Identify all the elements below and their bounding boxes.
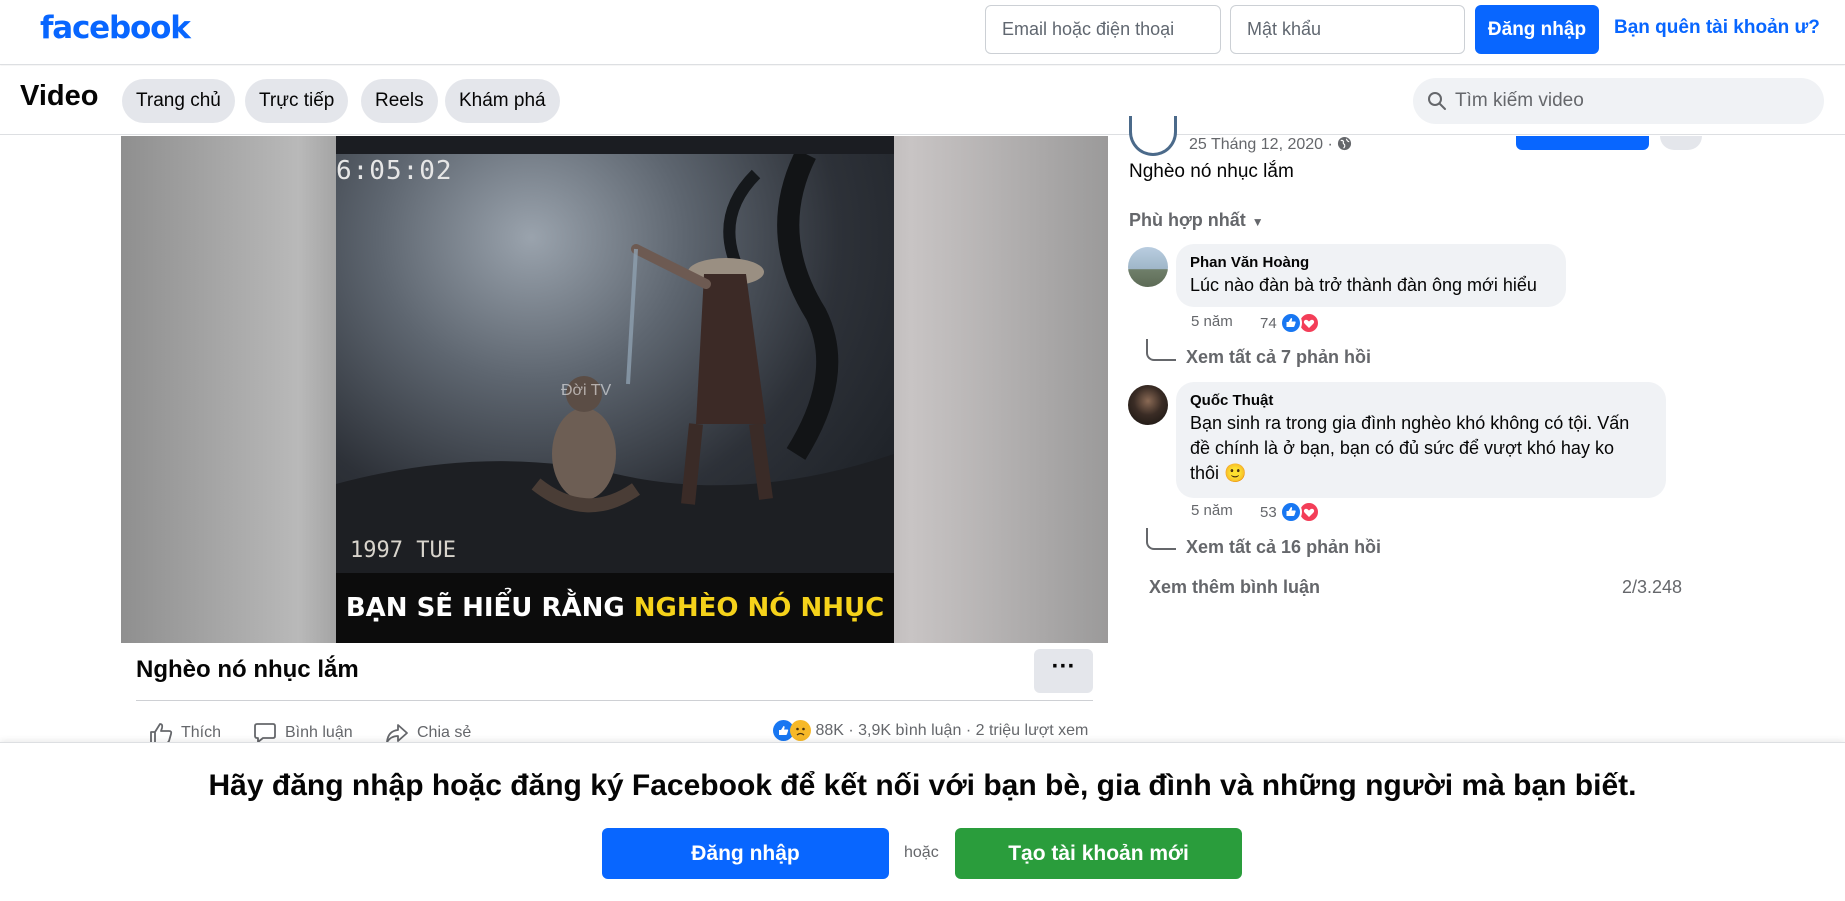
globe-icon [1338, 136, 1352, 151]
facebook-logo[interactable]: facebook [40, 10, 191, 46]
chevron-down-icon: ▼ [1251, 215, 1264, 229]
view-replies-link[interactable]: Xem tất cả 16 phản hồi [1186, 537, 1381, 558]
forgot-account-link[interactable]: Bạn quên tài khoản ư? [1614, 17, 1820, 39]
smile-emoji: 🙂 [1224, 463, 1247, 483]
video-frame: 6:05:02 Đời TV 1997 TUE BẠN SẼ HIỂU RẰNG… [336, 136, 894, 643]
comment-reaction-count: 53 [1260, 504, 1277, 521]
comment-reaction-count: 74 [1260, 315, 1277, 332]
video-stats: 88K · 3,9K bình luận · 2 triệu lượt xem [773, 720, 1088, 742]
more-icon: ··· [1051, 653, 1076, 680]
comment-text-line: đề chính là ở bạn, bạn có đủ sức để vượt… [1190, 438, 1614, 458]
password-field[interactable] [1230, 5, 1465, 54]
comment-time[interactable]: 5 năm [1191, 313, 1233, 330]
video-player[interactable]: 6:05:02 Đời TV 1997 TUE BẠN SẼ HIỂU RẰNG… [121, 136, 1108, 643]
comment-label: Bình luận [285, 724, 353, 741]
avatar[interactable] [1128, 247, 1168, 287]
video-timestamp: 6:05:02 [336, 156, 453, 186]
comment-bubble: Quốc Thuật Bạn sinh ra trong gia đình ng… [1176, 382, 1666, 498]
search-video-box[interactable]: Tìm kiếm video [1413, 78, 1824, 124]
comment-count-link[interactable]: 3,9K bình luận [858, 722, 961, 739]
divider [136, 700, 1093, 701]
video-scene-figures [336, 149, 894, 573]
post-date: 25 Tháng 12, 2020 · [1189, 136, 1352, 154]
comment-text: Lúc nào đàn bà trở thành đàn ông mới hiể… [1190, 275, 1537, 295]
comment-time[interactable]: 5 năm [1191, 502, 1233, 519]
top-bar: facebook Đăng nhập Bạn quên tài khoản ư? [0, 0, 1845, 65]
post-text: Nghèo nó nhục lắm [1129, 161, 1294, 182]
stats-separator: · [848, 722, 854, 739]
banner-login-button[interactable]: Đăng nhập [602, 828, 889, 879]
view-more-comments-link[interactable]: Xem thêm bình luận [1149, 577, 1320, 598]
options-button[interactable] [1660, 136, 1702, 150]
post-date-text: 25 Tháng 12, 2020 · [1189, 136, 1333, 153]
comment-icon [254, 722, 276, 743]
tab-live[interactable]: Trực tiếp [245, 79, 349, 123]
tab-home[interactable]: Trang chủ [122, 79, 235, 123]
reply-connector [1146, 528, 1176, 550]
login-banner: Hãy đăng nhập hoặc đăng ký Facebook để k… [0, 742, 1845, 901]
or-label: hoặc [904, 844, 939, 861]
share-icon [386, 723, 408, 743]
video-date-stamp: 1997 TUE [350, 538, 456, 563]
email-field[interactable] [985, 5, 1221, 54]
video-caption: BẠN SẼ HIỂU RẰNG NGHÈO NÓ NHỤC LẮM [336, 573, 894, 643]
caption-plain: BẠN SẼ HIỂU RẰNG [345, 593, 634, 623]
comment-text-line: Bạn sinh ra trong gia đình nghèo khó khô… [1190, 413, 1630, 433]
video-title: Nghèo nó nhục lắm [136, 656, 359, 683]
search-placeholder: Tìm kiếm video [1455, 90, 1584, 111]
comment-sort-dropdown[interactable]: Phù hợp nhất ▼ [1129, 210, 1264, 231]
like-reaction-icon [1280, 312, 1320, 334]
follow-button[interactable] [1516, 136, 1649, 150]
sort-label: Phù hợp nhất [1129, 210, 1246, 230]
login-button[interactable]: Đăng nhập [1475, 5, 1599, 54]
view-count: 2 triệu lượt xem [975, 722, 1089, 739]
search-icon [1428, 92, 1446, 110]
comment-counter: 2/3.248 [1622, 577, 1683, 597]
more-options-button[interactable]: ··· [1034, 649, 1093, 693]
video-watermark: Đời TV [561, 382, 612, 399]
create-account-button[interactable]: Tạo tài khoản mới [955, 828, 1242, 879]
reaction-count[interactable]: 88K [815, 722, 843, 739]
share-label: Chia sẻ [417, 724, 472, 741]
video-nav-bar: Video Trang chủ Trực tiếp Reels Khám phá… [0, 66, 1845, 135]
sad-reaction-icon [790, 720, 811, 742]
login-prompt-text: Hãy đăng nhập hoặc đăng ký Facebook để k… [208, 769, 1637, 802]
comment-author[interactable]: Quốc Thuật [1190, 391, 1652, 411]
comment-text-line: thôi 🙂 [1190, 461, 1652, 486]
like-icon [150, 722, 173, 744]
avatar[interactable] [1128, 385, 1168, 425]
video-scene [336, 149, 894, 573]
comment-author[interactable]: Phan Văn Hoàng [1190, 253, 1552, 273]
tab-reels[interactable]: Reels [361, 79, 438, 123]
reply-connector [1146, 339, 1176, 361]
view-replies-link[interactable]: Xem tất cả 7 phản hồi [1186, 347, 1371, 368]
like-label: Thích [181, 724, 222, 741]
page-avatar[interactable] [1129, 116, 1177, 156]
love-reaction-icon [1280, 501, 1320, 523]
stats-separator: · [965, 722, 972, 739]
comment-bubble: Phan Văn Hoàng Lúc nào đàn bà trở thành … [1176, 244, 1566, 307]
comment-text-last: thôi [1190, 463, 1220, 483]
page-title: Video [20, 80, 99, 112]
tab-explore[interactable]: Khám phá [445, 79, 560, 123]
